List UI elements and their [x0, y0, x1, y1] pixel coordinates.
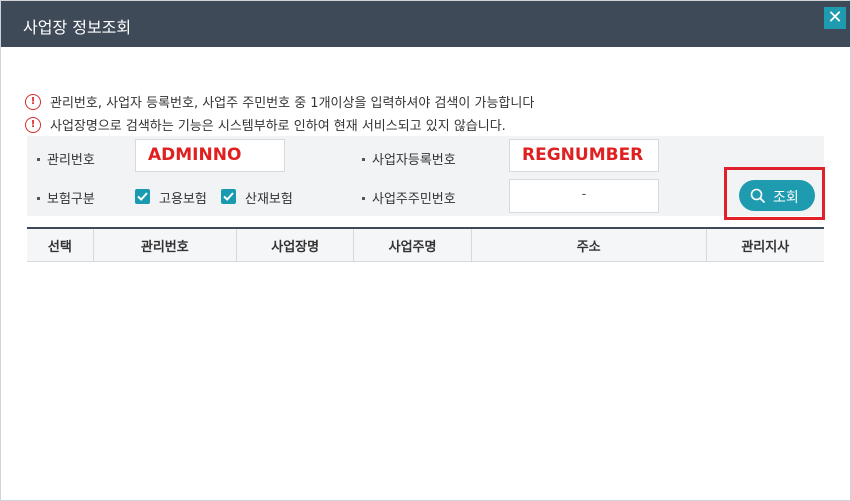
close-icon: ✕: [827, 7, 843, 28]
column-header-branch: 관리지사: [706, 227, 824, 262]
insurance-type-label: 보험구분: [37, 188, 95, 207]
notice-list: ! 관리번호, 사업자 등록번호, 사업주 주민번호 중 1개이상을 입력하셔야…: [25, 90, 534, 136]
column-header-mgmt-no: 관리번호: [93, 227, 237, 262]
notice-text: 사업장명으로 검색하는 기능은 시스템부하로 인하여 현재 서비스되고 있지 않…: [50, 119, 506, 134]
checkmark-icon: [137, 192, 148, 201]
notice-item: ! 사업장명으로 검색하는 기능은 시스템부하로 인하여 현재 서비스되고 있지…: [25, 113, 534, 136]
search-button[interactable]: 조회: [739, 180, 815, 211]
close-button[interactable]: ✕: [824, 7, 846, 29]
search-icon: [750, 188, 766, 204]
results-table: 선택 관리번호 사업장명 사업주명 주소 관리지사: [27, 227, 824, 262]
industrial-insurance-checkbox[interactable]: [221, 189, 236, 204]
industrial-insurance-label[interactable]: 산재보험: [245, 188, 293, 207]
owner-id-label: 사업주주민번호: [362, 188, 456, 207]
owner-id-input[interactable]: -: [509, 179, 659, 213]
column-header-select: 선택: [27, 227, 94, 262]
employment-insurance-checkbox[interactable]: [135, 189, 150, 204]
column-header-business-name: 사업장명: [236, 227, 355, 262]
warning-icon: !: [25, 93, 41, 110]
business-info-dialog: 사업장 정보조회 ✕ ! 관리번호, 사업자 등록번호, 사업주 주민번호 중 …: [0, 0, 851, 501]
reg-no-label: 사업자등록번호: [362, 149, 456, 168]
checkmark-icon: [223, 192, 234, 201]
column-header-owner-name: 사업주명: [353, 227, 472, 262]
column-header-address: 주소: [471, 227, 707, 262]
table-header-row: 선택 관리번호 사업장명 사업주명 주소 관리지사: [27, 227, 824, 262]
reg-no-input[interactable]: REGNUMBER: [509, 139, 659, 172]
mgmt-no-input[interactable]: ADMINNO: [135, 139, 285, 172]
search-button-label: 조회: [773, 190, 799, 206]
dialog-title-bar: 사업장 정보조회 ✕: [1, 1, 850, 47]
warning-icon: !: [25, 116, 41, 133]
notice-item: ! 관리번호, 사업자 등록번호, 사업주 주민번호 중 1개이상을 입력하셔야…: [25, 90, 534, 113]
notice-text: 관리번호, 사업자 등록번호, 사업주 주민번호 중 1개이상을 입력하셔야 검…: [50, 96, 535, 111]
employment-insurance-label[interactable]: 고용보험: [159, 188, 207, 207]
mgmt-no-label: 관리번호: [37, 149, 95, 168]
search-panel: 관리번호 ADMINNO 사업자등록번호 REGNUMBER 보험구분 고용보험…: [27, 136, 824, 216]
dialog-title: 사업장 정보조회: [23, 18, 132, 37]
